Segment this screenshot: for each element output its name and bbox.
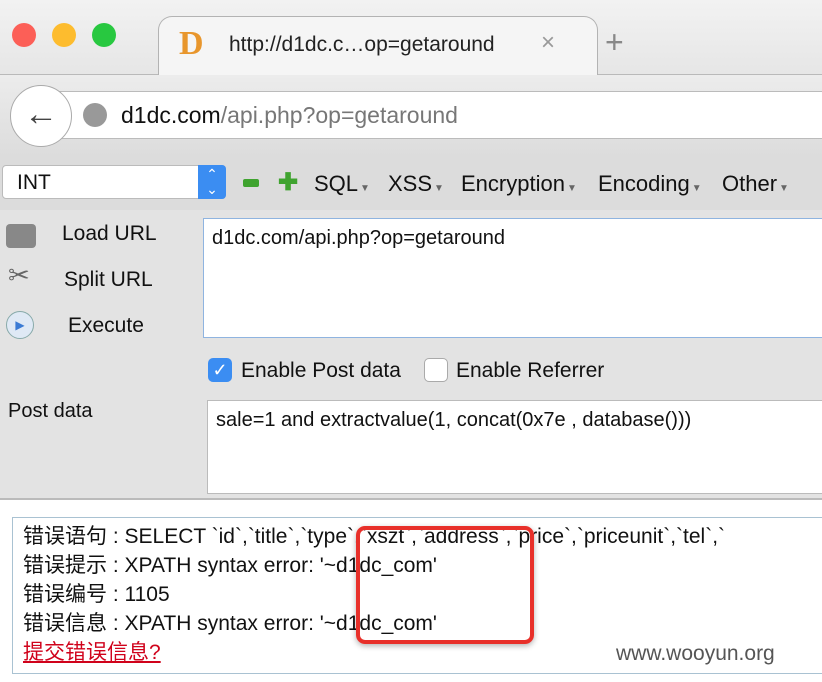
menu-other[interactable]: Other ▼ — [722, 171, 789, 197]
menu-xss[interactable]: XSS ▼ — [388, 171, 444, 197]
split-url-button[interactable]: Split URL — [64, 268, 153, 292]
url-host: d1dc.com — [121, 102, 221, 128]
navigation-bar: d1dc.com/api.php?op=getaround ← — [0, 75, 822, 157]
favicon-icon: D — [179, 25, 204, 62]
tab-title: http://d1dc.c…op=getaround — [229, 33, 495, 56]
close-window-button[interactable] — [12, 23, 36, 47]
post-data-textarea[interactable]: sale=1 and extractvalue(1, concat(0x7e ,… — [207, 400, 822, 494]
minimize-window-button[interactable] — [52, 23, 76, 47]
enable-post-label: Enable Post data — [241, 359, 401, 382]
select-stepper-icon: ⌃ ⌄ — [198, 165, 226, 199]
decrease-button[interactable] — [243, 179, 259, 187]
menu-encryption[interactable]: Encryption ▼ — [461, 171, 577, 197]
load-url-icon — [6, 224, 36, 248]
mode-select[interactable]: INT ⌃ ⌄ — [2, 165, 226, 199]
enable-post-checkbox[interactable]: ✓ — [208, 358, 232, 382]
hackbar-panel: Load URL ✂ Split URL ▶ Execute d1dc.com/… — [0, 210, 822, 500]
enable-referrer-checkbox[interactable] — [424, 358, 448, 382]
increase-button[interactable]: ✚ — [278, 168, 298, 197]
tab-bar: D http://d1dc.c…op=getaround × + — [0, 0, 822, 76]
globe-icon — [83, 103, 107, 127]
enable-referrer-label: Enable Referrer — [456, 359, 605, 382]
url-path: /api.php?op=getaround — [220, 102, 458, 128]
highlight-box — [356, 526, 534, 644]
mode-select-value: INT — [17, 171, 51, 194]
result-box: 错误语句 : SELECT `id`,`title`,`type`,`xszt`… — [12, 517, 822, 674]
back-arrow-icon: ← — [24, 95, 58, 133]
new-tab-button[interactable]: + — [605, 26, 624, 58]
menu-sql[interactable]: SQL ▼ — [314, 171, 370, 197]
execute-icon: ▶ — [6, 311, 34, 339]
load-url-button[interactable]: Load URL — [62, 222, 157, 246]
back-button[interactable]: ← — [10, 85, 72, 147]
address-bar[interactable]: d1dc.com/api.php?op=getaround — [40, 91, 822, 139]
execute-button[interactable]: Execute — [68, 314, 144, 338]
error-code: 错误编号 : 1105 — [23, 583, 170, 606]
scissors-icon: ✂ — [8, 260, 30, 290]
watermark: www.wooyun.org — [616, 642, 775, 665]
menu-encoding[interactable]: Encoding ▼ — [598, 171, 702, 197]
submit-error-link[interactable]: 提交错误信息? — [23, 638, 161, 667]
post-data-label: Post data — [8, 400, 93, 422]
hackbar-toolbar: INT ⌃ ⌄ ✚ SQL ▼ XSS ▼ Encryption ▼ Encoding ▼… — [0, 157, 822, 210]
browser-tab[interactable]: D http://d1dc.c…op=getaround × — [158, 16, 598, 76]
url-textarea[interactable]: d1dc.com/api.php?op=getaround — [203, 218, 822, 338]
close-tab-icon[interactable]: × — [541, 29, 555, 57]
maximize-window-button[interactable] — [92, 23, 116, 47]
